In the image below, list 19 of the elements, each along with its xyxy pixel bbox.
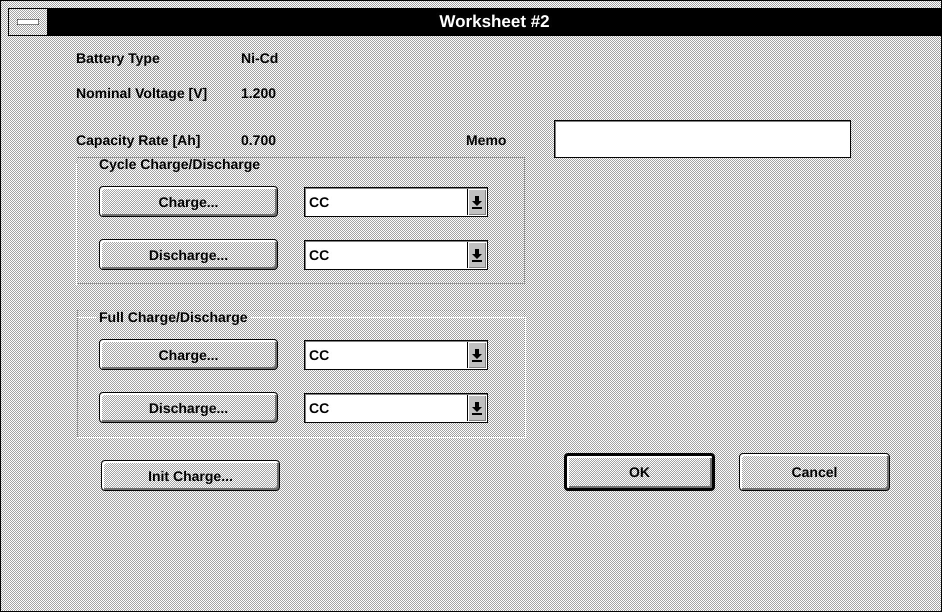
- system-menu-button[interactable]: [8, 8, 48, 36]
- dialog-button[interactable]: Cancel: [739, 452, 890, 490]
- minus-icon: [17, 19, 39, 25]
- settings-button[interactable]: Charge...: [99, 339, 278, 370]
- field-label: Nominal Voltage [V]: [76, 85, 208, 101]
- mode-dropdown[interactable]: CC: [304, 186, 488, 216]
- dialog-button[interactable]: OK: [564, 452, 715, 490]
- mode-dropdown[interactable]: CC: [304, 340, 488, 370]
- settings-button[interactable]: Discharge...: [99, 392, 278, 423]
- field-value: 0.700: [241, 132, 278, 148]
- field-value: 1.200: [241, 85, 278, 101]
- settings-button[interactable]: Charge...: [99, 186, 278, 217]
- mode-dropdown[interactable]: CC: [304, 240, 488, 270]
- mode-dropdown[interactable]: CC: [304, 392, 488, 422]
- field-value: Ni-Cd: [241, 50, 280, 66]
- window-title: Worksheet #2: [439, 12, 550, 32]
- settings-button[interactable]: Discharge...: [99, 239, 278, 270]
- memo-field[interactable]: [554, 120, 851, 158]
- init-charge-button[interactable]: Init Charge...: [101, 460, 280, 491]
